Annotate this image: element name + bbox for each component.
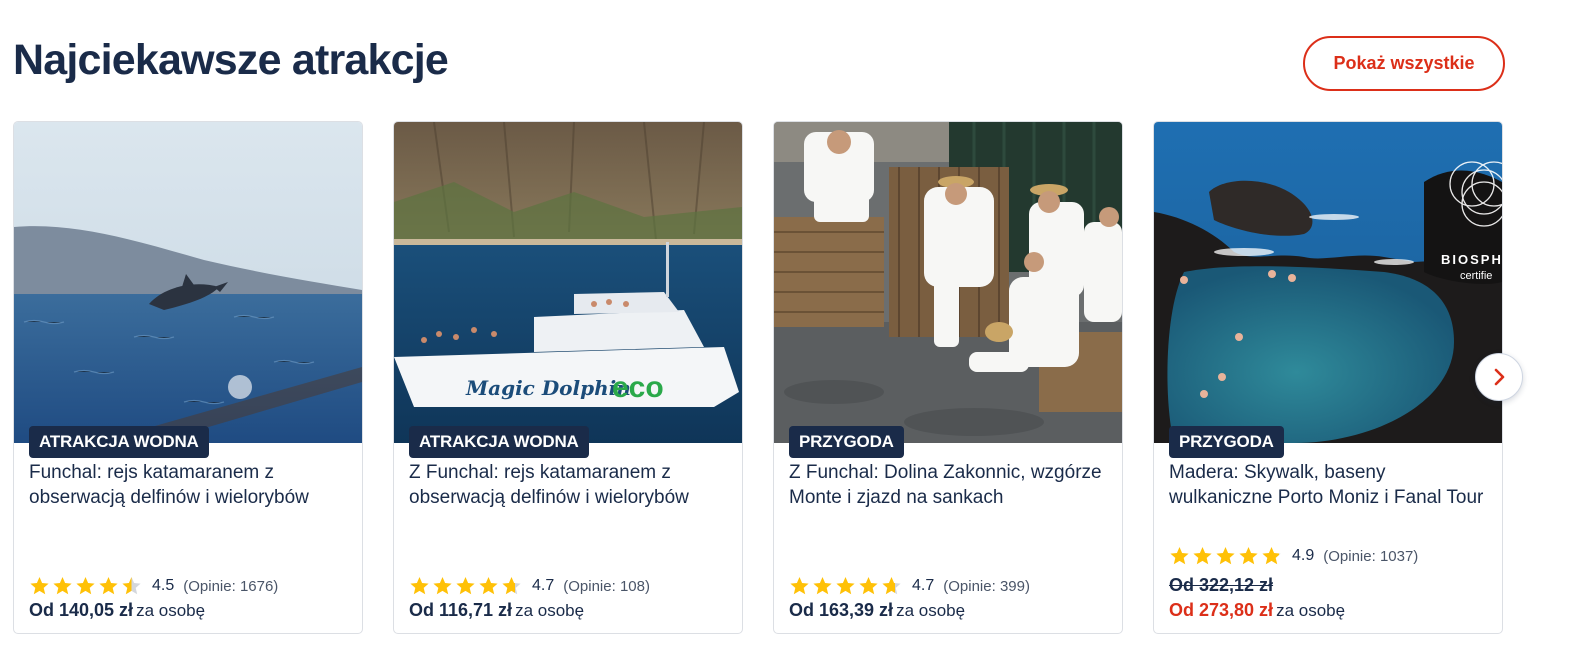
show-all-button[interactable]: Pokaż wszystkie <box>1303 36 1505 91</box>
rating-row: 4.5 (Opinie: 1676) <box>29 575 278 597</box>
chevron-right-icon <box>1494 368 1505 386</box>
star-icon <box>1239 547 1258 565</box>
card-title[interactable]: Z Funchal: rejs katamaranem z obserwacją… <box>409 460 729 510</box>
star-rating <box>409 576 524 596</box>
star-icon <box>410 577 429 595</box>
star-icon <box>456 577 475 595</box>
price-row: Od 163,39 zł za osobę <box>789 600 965 621</box>
certified-text: certifie <box>1460 270 1492 282</box>
rating-row: 4.7 (Opinie: 399) <box>789 575 1030 597</box>
star-icon <box>433 577 452 595</box>
star-icon <box>122 577 141 595</box>
star-icon <box>99 577 118 595</box>
attraction-card[interactable]: PRZYGODA Z Funchal: Dolina Zakonnic, wzg… <box>773 121 1123 634</box>
star-icon <box>1193 547 1212 565</box>
catamaran-name-text: Magic Dolphin <box>465 376 631 400</box>
star-icon <box>813 577 832 595</box>
price-row: Od 140,05 zł za osobę <box>29 600 205 621</box>
eco-text: eco <box>612 371 664 404</box>
star-rating <box>29 576 144 596</box>
attraction-card[interactable]: BIOSPH certifie PRZYGODA Madera: Skywalk… <box>1153 121 1503 634</box>
review-count: (Opinie: 1037) <box>1323 547 1419 565</box>
star-icon <box>502 577 521 595</box>
card-image-lava-pools: BIOSPH certifie <box>1154 122 1502 443</box>
price-row: Od 116,71 zł za osobę <box>409 600 584 621</box>
review-count: (Opinie: 399) <box>943 577 1030 595</box>
biosphere-text: BIOSPH <box>1441 252 1502 267</box>
rating-value: 4.9 <box>1292 547 1315 564</box>
category-badge: PRZYGODA <box>789 426 904 458</box>
original-price: Od 322,12 zł <box>1169 575 1274 595</box>
review-count: (Opinie: 108) <box>563 577 650 595</box>
discounted-price: Od 273,80 zł <box>1169 600 1274 620</box>
price-unit: za osobę <box>515 601 585 620</box>
category-badge: PRZYGODA <box>1169 426 1284 458</box>
star-icon <box>882 577 901 595</box>
rating-value: 4.5 <box>152 577 175 594</box>
price: Od 163,39 zł <box>789 600 894 620</box>
rating-value: 4.7 <box>532 577 555 594</box>
attraction-card[interactable]: Magic Dolphin eco ATRAKCJA WODNA Z Funch… <box>393 121 743 634</box>
card-title[interactable]: Z Funchal: Dolina Zakonnic, wzgórze Mont… <box>789 460 1109 510</box>
price-unit: za osobę <box>136 601 206 620</box>
price-unit: za osobę <box>896 601 966 620</box>
rating-row: 4.9 (Opinie: 1037) <box>1169 545 1418 567</box>
star-icon <box>53 577 72 595</box>
category-badge: ATRAKCJA WODNA <box>29 426 209 458</box>
star-icon <box>1262 547 1281 565</box>
card-image-dolphin <box>14 122 362 443</box>
star-rating <box>789 576 904 596</box>
price: Od 116,71 zł <box>409 600 513 620</box>
carousel-next-button[interactable] <box>1475 353 1523 401</box>
price: Od 140,05 zł <box>29 600 134 620</box>
rating-value: 4.7 <box>912 577 935 594</box>
attraction-card[interactable]: ATRAKCJA WODNA Funchal: rejs katamaranem… <box>13 121 363 634</box>
card-title[interactable]: Madera: Skywalk, baseny wulkaniczne Port… <box>1169 460 1489 510</box>
review-count: (Opinie: 1676) <box>183 577 279 595</box>
card-image-toboggan <box>774 122 1122 443</box>
star-rating <box>1169 546 1284 566</box>
card-image-catamaran: Magic Dolphin eco <box>394 122 742 443</box>
star-icon <box>1216 547 1235 565</box>
star-icon <box>1170 547 1189 565</box>
price-row: Od 273,80 zł za osobę <box>1169 600 1345 621</box>
star-icon <box>76 577 95 595</box>
price-unit: za osobę <box>1276 601 1346 620</box>
section-title: Najciekawsze atrakcje <box>13 36 449 84</box>
category-badge: ATRAKCJA WODNA <box>409 426 589 458</box>
star-icon <box>836 577 855 595</box>
star-icon <box>30 577 49 595</box>
star-icon <box>790 577 809 595</box>
rating-row: 4.7 (Opinie: 108) <box>409 575 650 597</box>
card-title[interactable]: Funchal: rejs katamaranem z obserwacją d… <box>29 460 349 510</box>
star-icon <box>479 577 498 595</box>
star-icon <box>859 577 878 595</box>
